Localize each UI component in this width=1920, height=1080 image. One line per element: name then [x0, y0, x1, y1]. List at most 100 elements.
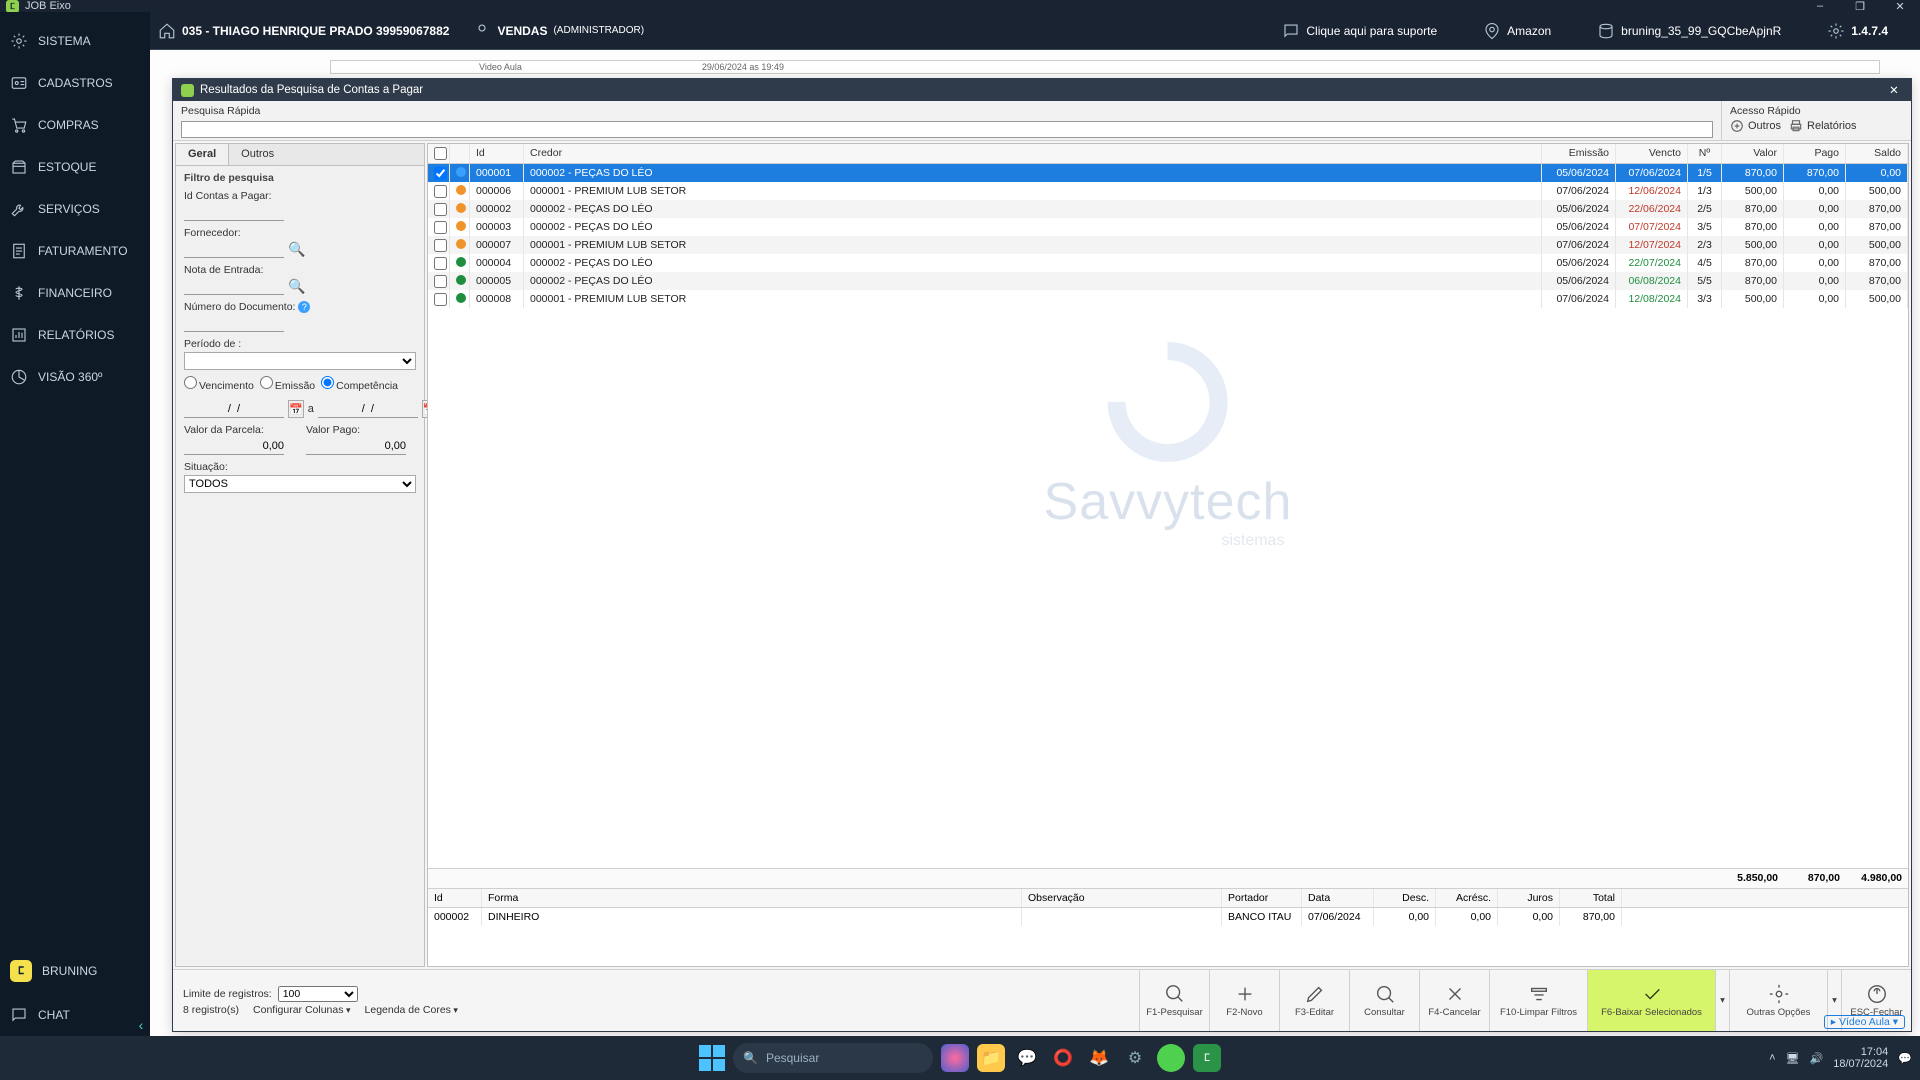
- action-f6-baixar-selecionados[interactable]: F6-Baixar Selecionados: [1587, 970, 1715, 1031]
- support-link[interactable]: Clique aqui para suporte: [1282, 22, 1437, 40]
- taskbar-search[interactable]: 🔍 Pesquisar: [733, 1043, 933, 1073]
- row-checkbox[interactable]: [434, 221, 447, 234]
- sidebar-item-serviços[interactable]: SERVIÇOS: [0, 188, 150, 230]
- radio-emissao[interactable]: Emissão: [260, 376, 315, 392]
- sidebar-item-relatórios[interactable]: RELATÓRIOS: [0, 314, 150, 356]
- relatorios-button[interactable]: Relatórios: [1789, 119, 1857, 133]
- fornecedor-input[interactable]: [184, 241, 284, 258]
- col-id[interactable]: Id: [470, 144, 524, 163]
- action-dropdown[interactable]: ▾: [1715, 970, 1729, 1031]
- vpago-input[interactable]: [306, 438, 406, 455]
- tb-explorer[interactable]: 📁: [977, 1044, 1005, 1072]
- row-checkbox[interactable]: [434, 203, 447, 216]
- help-icon[interactable]: ?: [298, 301, 310, 313]
- table-row[interactable]: 000003000002 - PEÇAS DO LÉO 05/06/202407…: [428, 218, 1908, 236]
- periodo-select[interactable]: [184, 352, 416, 370]
- col-credor[interactable]: Credor: [524, 144, 1542, 163]
- col-valor[interactable]: Valor: [1722, 144, 1784, 163]
- quick-search-input[interactable]: [181, 121, 1713, 138]
- subgrid-row[interactable]: 000002 DINHEIRO BANCO ITAU 07/06/2024 0,…: [428, 908, 1908, 926]
- window-close-button[interactable]: ✕: [1885, 81, 1903, 99]
- limit-label: Limite de registros:: [183, 988, 272, 1000]
- row-checkbox[interactable]: [434, 275, 447, 288]
- col-pago[interactable]: Pago: [1784, 144, 1846, 163]
- gear-icon: [1827, 22, 1845, 40]
- tb-settings[interactable]: ⚙: [1121, 1044, 1149, 1072]
- minimize-button[interactable]: –: [1800, 0, 1840, 12]
- tab-geral[interactable]: Geral: [176, 144, 229, 165]
- situacao-select[interactable]: TODOS: [184, 475, 416, 493]
- fornecedor-search-icon[interactable]: 🔍: [288, 241, 305, 258]
- start-button[interactable]: [699, 1045, 725, 1071]
- close-button[interactable]: ✕: [1880, 0, 1920, 12]
- tray-network-icon[interactable]: 🖥: [1786, 1052, 1800, 1065]
- row-checkbox[interactable]: [434, 293, 447, 306]
- sidebar-item-sistema[interactable]: SISTEMA: [0, 20, 150, 62]
- amazon-status[interactable]: Amazon: [1483, 22, 1551, 40]
- fornecedor-label: Fornecedor:: [184, 227, 416, 239]
- sidebar-item-estoque[interactable]: ESTOQUE: [0, 146, 150, 188]
- tray-clock[interactable]: 17:0418/07/2024: [1833, 1046, 1888, 1070]
- vparcela-input[interactable]: [184, 438, 284, 455]
- sidebar-collapse[interactable]: ‹: [132, 1016, 150, 1034]
- tb-copilot[interactable]: [941, 1044, 969, 1072]
- row-checkbox[interactable]: [434, 239, 447, 252]
- table-row[interactable]: 000006000001 - PREMIUM LUB SETOR 07/06/2…: [428, 182, 1908, 200]
- tb-whatsapp[interactable]: 💬: [1013, 1044, 1041, 1072]
- sidebar-bruning[interactable]: ⵎBRUNING: [0, 948, 150, 994]
- action-f1-pesquisar[interactable]: F1-Pesquisar: [1139, 970, 1209, 1031]
- row-checkbox[interactable]: [434, 167, 447, 180]
- outros-button[interactable]: Outros: [1730, 119, 1781, 133]
- tray-notifications-icon[interactable]: 💬: [1898, 1052, 1912, 1065]
- tb-app1[interactable]: [1157, 1044, 1185, 1072]
- sidebar-item-compras[interactable]: COMPRAS: [0, 104, 150, 146]
- limit-select[interactable]: 100: [278, 986, 358, 1002]
- col-no[interactable]: Nº: [1688, 144, 1722, 163]
- numdoc-input[interactable]: [184, 315, 284, 332]
- date-from-cal-icon[interactable]: 📅: [288, 400, 304, 418]
- col-saldo[interactable]: Saldo: [1846, 144, 1908, 163]
- config-columns-link[interactable]: Configurar Colunas: [253, 1004, 351, 1016]
- videoaula-link[interactable]: ▸ Vídeo Aula ▾: [1824, 1015, 1905, 1029]
- total-valor: 5.850,00: [1722, 869, 1784, 888]
- sidebar-item-faturamento[interactable]: FATURAMENTO: [0, 230, 150, 272]
- sidebar-item-cadastros[interactable]: CADASTROS: [0, 62, 150, 104]
- action-f3-editar[interactable]: F3-Editar: [1279, 970, 1349, 1031]
- date-from-input[interactable]: [184, 401, 284, 418]
- id-contas-input[interactable]: [184, 204, 284, 221]
- tray-chevron[interactable]: ˄: [1769, 1052, 1775, 1064]
- action-outras-op-es[interactable]: Outras Opções: [1729, 970, 1827, 1031]
- table-row[interactable]: 000007000001 - PREMIUM LUB SETOR 07/06/2…: [428, 236, 1908, 254]
- tb-job[interactable]: ⵎ: [1193, 1044, 1221, 1072]
- action-consultar[interactable]: Consultar: [1349, 970, 1419, 1031]
- date-to-input[interactable]: [318, 401, 418, 418]
- tab-outros[interactable]: Outros: [229, 144, 286, 165]
- action-f4-cancelar[interactable]: F4-Cancelar: [1419, 970, 1489, 1031]
- nota-input[interactable]: [184, 278, 284, 295]
- col-emissao[interactable]: Emissão: [1542, 144, 1616, 163]
- sidebar-item-visão 360º[interactable]: VISÃO 360º: [0, 356, 150, 398]
- row-checkbox[interactable]: [434, 185, 447, 198]
- radio-vencimento[interactable]: Vencimento: [184, 376, 254, 392]
- row-checkbox[interactable]: [434, 257, 447, 270]
- sidebar-item-label: SISTEMA: [38, 34, 91, 48]
- radio-competencia[interactable]: Competência: [321, 376, 398, 392]
- table-row[interactable]: 000005000002 - PEÇAS DO LÉO 05/06/202406…: [428, 272, 1908, 290]
- color-legend-link[interactable]: Legenda de Cores: [365, 1004, 458, 1016]
- tray-volume-icon[interactable]: 🔊: [1810, 1052, 1824, 1065]
- table-row[interactable]: 000008000001 - PREMIUM LUB SETOR 07/06/2…: [428, 290, 1908, 308]
- action-f2-novo[interactable]: F2-Novo: [1209, 970, 1279, 1031]
- nota-search-icon[interactable]: 🔍: [288, 278, 305, 295]
- col-vencto[interactable]: Vencto: [1616, 144, 1688, 163]
- tb-firefox[interactable]: 🦊: [1085, 1044, 1113, 1072]
- tb-opera[interactable]: ⭕: [1049, 1044, 1077, 1072]
- sidebar-chat[interactable]: CHAT: [0, 994, 150, 1036]
- table-row[interactable]: 000001000002 - PEÇAS DO LÉO 05/06/202407…: [428, 164, 1908, 182]
- table-row[interactable]: 000004000002 - PEÇAS DO LÉO 05/06/202422…: [428, 254, 1908, 272]
- printer-icon: [1789, 119, 1803, 133]
- select-all-checkbox[interactable]: [434, 147, 447, 160]
- action-f10-limpar-filtros[interactable]: F10-Limpar Filtros: [1489, 970, 1587, 1031]
- table-row[interactable]: 000002000002 - PEÇAS DO LÉO 05/06/202422…: [428, 200, 1908, 218]
- sidebar-item-financeiro[interactable]: FINANCEIRO: [0, 272, 150, 314]
- maximize-button[interactable]: ❐: [1840, 0, 1880, 12]
